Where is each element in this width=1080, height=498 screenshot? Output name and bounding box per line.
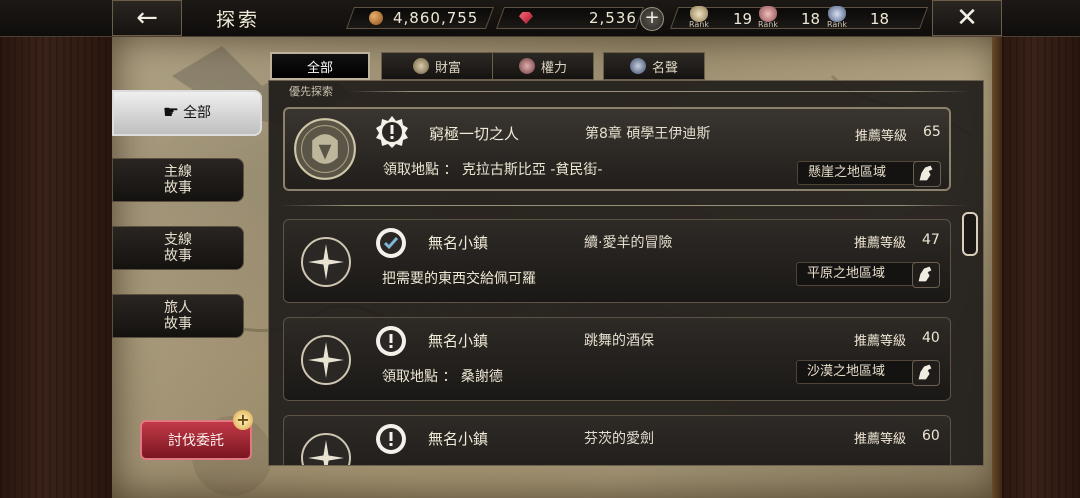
crest-emblem-icon: [294, 118, 356, 180]
menu-label: 全部: [183, 105, 212, 121]
menu-label: 旅人 故事: [164, 300, 192, 332]
tab-label: 財富: [434, 60, 461, 76]
quest-list-panel: 優先探索 窮極一切之人 第8章 碩學王伊迪斯 推薦等級 65 領取地點 ： 克拉…: [268, 80, 984, 466]
power-rank-badge: Rank: [753, 6, 783, 29]
exclamation-status-icon: [376, 424, 406, 454]
close-icon: ✕: [956, 3, 978, 33]
recommended-level-value: 60: [922, 428, 940, 444]
tab-fame[interactable]: 名聲: [603, 52, 705, 80]
quest-title: 續·愛羊的冒險: [584, 235, 673, 251]
check-status-icon: [376, 228, 406, 258]
horse-icon: [918, 364, 932, 380]
travel-horse-icon[interactable]: [912, 262, 940, 288]
back-button[interactable]: ←: [112, 0, 182, 36]
tab-wealth[interactable]: 財富: [381, 52, 493, 80]
menu-side-story[interactable]: 支線 故事: [112, 226, 244, 270]
quest-card[interactable]: 無名小鎮 續·愛羊的冒險 推薦等級 47 把需要的東西交給佩可羅 平原之地區域: [283, 219, 951, 303]
tab-power[interactable]: 權力: [492, 52, 594, 80]
priority-label: 優先探索: [289, 85, 333, 98]
gold-counter: 4,860,755: [345, 7, 495, 29]
menu-all[interactable]: ☛ 全部: [112, 90, 262, 136]
divider: [349, 91, 969, 92]
horse-icon: [918, 266, 932, 282]
quest-detail: 領取地點 ： 桑謝德: [382, 369, 503, 385]
fame-icon: [629, 58, 646, 74]
tab-all[interactable]: 全部: [270, 52, 370, 80]
quest-giver-name: 無名小鎮: [428, 234, 489, 252]
quest-title: 跳舞的酒保: [584, 333, 654, 349]
gem-icon: [519, 12, 533, 24]
priority-quest-card[interactable]: 窮極一切之人 第8章 碩學王伊迪斯 推薦等級 65 領取地點 ： 克拉古斯比亞 …: [283, 107, 951, 191]
rank-label: Rank: [827, 20, 847, 29]
tab-label: 全部: [306, 60, 333, 76]
quest-detail: 領取地點 ： 克拉古斯比亞 -貧民街-: [383, 162, 603, 178]
alert-status-icon: [376, 116, 408, 148]
quest-title: 芬茨的愛劍: [584, 431, 654, 447]
menu-main-story[interactable]: 主線 故事: [112, 158, 244, 202]
divider: [279, 205, 969, 206]
menu-label: 支線 故事: [164, 232, 192, 264]
recommended-level-value: 40: [922, 330, 940, 346]
quest-detail: 把需要的東西交給佩可羅: [382, 271, 536, 287]
travel-horse-icon[interactable]: [913, 161, 941, 187]
fame-rank-badge: Rank: [822, 6, 852, 29]
compass-emblem-icon: [301, 335, 351, 385]
close-button[interactable]: ✕: [932, 0, 1002, 36]
recommended-level-label: 推薦等級: [854, 432, 907, 447]
recommended-level-value: 47: [922, 232, 940, 248]
compass-emblem-icon: [301, 237, 351, 287]
pointing-hand-icon: ☛: [162, 102, 180, 123]
quest-card[interactable]: 無名小鎮 芬茨的愛劍 推薦等級 60: [283, 415, 951, 465]
quest-card[interactable]: 無名小鎮 跳舞的酒保 推薦等級 40 領取地點 ： 桑謝德 沙漠之地區域: [283, 317, 951, 401]
power-icon: [518, 58, 535, 74]
quest-title: 第8章 碩學王伊迪斯: [585, 126, 711, 142]
request-plus-icon: +: [233, 410, 253, 430]
power-rank-value: 18: [801, 10, 821, 28]
wealth-icon: [412, 58, 429, 74]
scrollbar-thumb[interactable]: [962, 212, 978, 256]
menu-label: 主線 故事: [164, 164, 192, 196]
recommended-level-label: 推薦等級: [854, 236, 907, 251]
rank-label: Rank: [758, 20, 778, 29]
gold-coin-icon: [369, 11, 383, 25]
recommended-level-value: 65: [923, 124, 941, 140]
horse-icon: [919, 165, 933, 181]
quest-giver-name: 無名小鎮: [428, 332, 489, 350]
gold-amount: 4,860,755: [393, 9, 479, 27]
back-arrow-icon: ←: [136, 3, 158, 33]
left-wood-border: [0, 0, 112, 498]
wealth-rank-value: 19: [733, 10, 753, 28]
page-title: 探索: [216, 9, 261, 31]
menu-traveler-story[interactable]: 旅人 故事: [112, 294, 244, 338]
rank-label: Rank: [689, 20, 709, 29]
wealth-rank-badge: Rank: [684, 6, 714, 29]
exclamation-status-icon: [376, 326, 406, 356]
travel-horse-icon[interactable]: [912, 360, 940, 386]
gem-amount: 2,536: [589, 9, 637, 27]
recommended-level-label: 推薦等級: [854, 334, 907, 349]
right-wood-border: [1002, 0, 1080, 498]
gem-counter: 2,536: [495, 7, 645, 29]
tab-label: 名聲: [651, 60, 678, 76]
fame-rank-value: 18: [870, 10, 890, 28]
buy-gems-plus-button[interactable]: +: [640, 7, 664, 31]
quest-giver-name: 無名小鎮: [428, 430, 489, 448]
recommended-level-label: 推薦等級: [855, 129, 908, 144]
compass-emblem-icon: [301, 433, 351, 465]
quest-giver-name: 窮極一切之人: [429, 125, 520, 143]
tab-label: 權力: [540, 60, 567, 76]
